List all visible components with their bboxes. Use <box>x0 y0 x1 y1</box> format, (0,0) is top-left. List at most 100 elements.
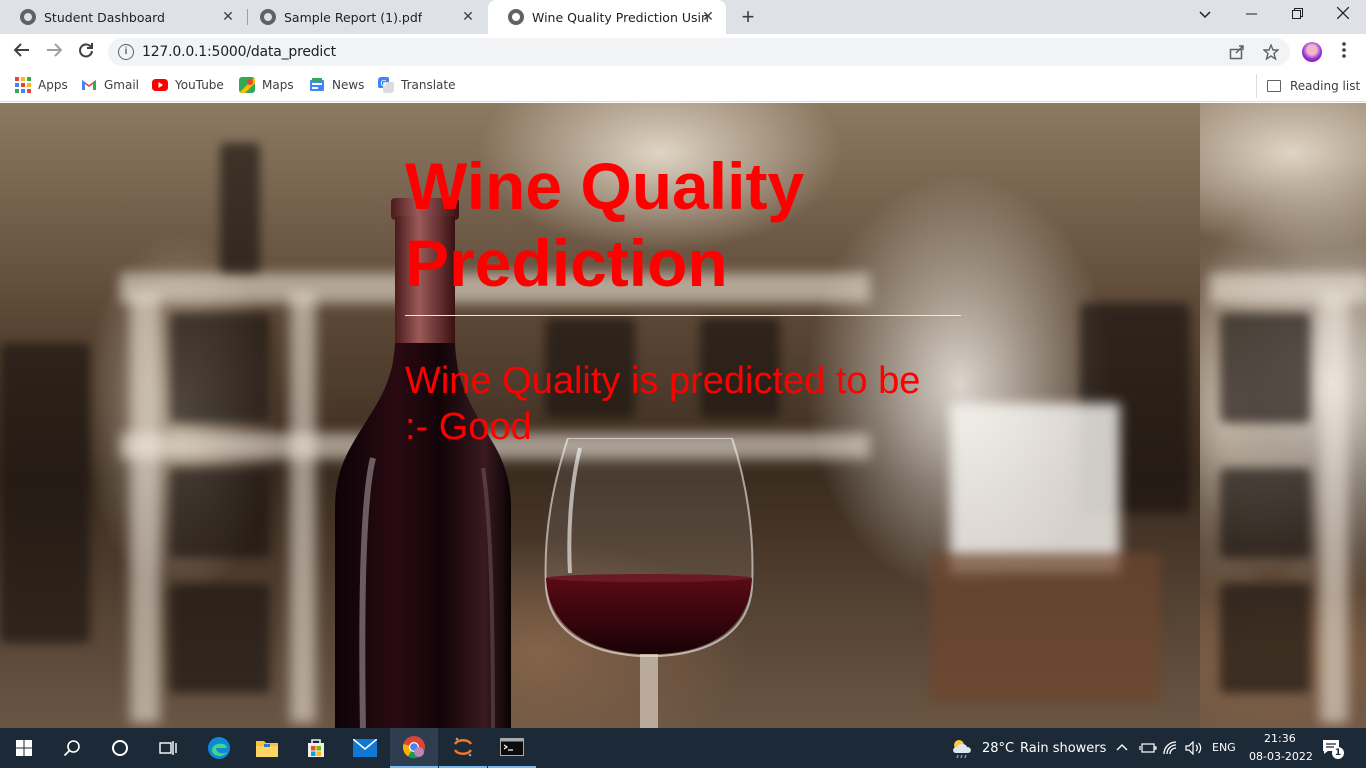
cortana-circle-icon <box>112 740 128 756</box>
notification-center-button[interactable]: 1 <box>1322 739 1344 759</box>
notification-count-badge: 1 <box>1332 747 1344 759</box>
share-icon[interactable] <box>1228 44 1246 64</box>
restore-button[interactable] <box>1274 0 1320 32</box>
tab-strip: Student Dashboard ✕ Sample Report (1).pd… <box>0 0 1366 34</box>
clock-date[interactable]: 08-03-2022 <box>1249 750 1313 763</box>
weather-temperature[interactable]: 28°C <box>982 741 1014 756</box>
back-button[interactable] <box>10 40 34 64</box>
taskbar-store[interactable] <box>292 728 340 768</box>
taskbar-terminal[interactable] <box>488 728 536 768</box>
taskbar-file-explorer[interactable] <box>243 728 291 768</box>
close-tab-icon[interactable]: ✕ <box>700 9 716 25</box>
weather-description[interactable]: Rain showers <box>1020 741 1106 756</box>
tab-title: Wine Quality Prediction Using M <box>532 9 708 25</box>
bookmark-apps[interactable]: Apps <box>15 77 68 93</box>
tab-search-button[interactable] <box>1182 0 1228 32</box>
translate-icon: G <box>378 77 394 93</box>
minimize-button[interactable] <box>1228 0 1274 32</box>
globe-icon <box>260 9 276 25</box>
page-content: Wine Quality Prediction Wine Quality is … <box>0 103 1366 728</box>
reload-icon <box>79 43 93 58</box>
profile-avatar[interactable] <box>1302 42 1322 62</box>
prediction-result: Wine Quality is predicted to be :- Good <box>405 360 921 448</box>
jupyter-icon <box>453 737 473 757</box>
search-icon <box>63 740 80 757</box>
wifi-icon[interactable] <box>1163 741 1179 755</box>
tab-student-dashboard[interactable]: Student Dashboard ✕ <box>0 0 246 34</box>
search-button[interactable] <box>48 728 96 768</box>
tab-title: Student Dashboard <box>44 9 165 25</box>
gmail-icon <box>82 80 96 90</box>
edge-icon <box>208 737 230 759</box>
weather-rain-icon[interactable] <box>950 737 974 759</box>
maps-icon <box>239 77 255 93</box>
bookmark-label: News <box>332 78 365 92</box>
arrow-left-icon <box>13 43 29 57</box>
close-tab-icon[interactable]: ✕ <box>220 9 236 25</box>
arrow-right-icon <box>47 43 63 57</box>
tab-wine-quality[interactable]: Wine Quality Prediction Using M ✕ <box>488 0 726 34</box>
store-icon <box>308 739 324 757</box>
wine-cellar-background-repeat <box>1200 103 1366 728</box>
close-window-button[interactable] <box>1320 0 1366 32</box>
command-prompt-icon <box>500 738 524 756</box>
reading-list-button[interactable]: Reading list <box>1256 74 1360 98</box>
bookmark-label: Translate <box>401 78 456 92</box>
taskbar-mail[interactable] <box>341 728 389 768</box>
chrome-icon <box>402 736 425 759</box>
battery-plug-icon[interactable] <box>1139 742 1157 754</box>
browser-toolbar: i 127.0.0.1:5000/data_predict <box>0 34 1366 70</box>
task-view-button[interactable] <box>144 728 192 768</box>
mail-icon <box>353 739 377 757</box>
cortana-button[interactable] <box>96 728 144 768</box>
start-button[interactable] <box>0 728 48 768</box>
language-indicator[interactable]: ENG <box>1212 741 1236 754</box>
bookmark-label: Gmail <box>104 78 140 92</box>
close-tab-icon[interactable]: ✕ <box>460 9 476 25</box>
close-icon <box>1336 6 1350 20</box>
bookmark-star-icon[interactable] <box>1262 43 1280 64</box>
volume-icon[interactable] <box>1185 741 1203 755</box>
chevron-up-icon[interactable] <box>1116 743 1128 751</box>
globe-icon <box>508 9 524 25</box>
bookmark-news[interactable]: News <box>309 77 364 93</box>
minimize-icon <box>1245 13 1257 15</box>
folder-icon <box>256 741 278 757</box>
apps-grid-icon <box>15 77 31 93</box>
browser-menu-button[interactable] <box>1336 42 1352 64</box>
bookmark-label: YouTube <box>175 78 224 92</box>
address-bar[interactable]: i 127.0.0.1:5000/data_predict <box>108 38 1290 66</box>
wine-glass-image <box>544 438 754 728</box>
bookmark-label: Maps <box>262 78 294 92</box>
globe-icon <box>20 9 36 25</box>
clock-time[interactable]: 21:36 <box>1264 732 1296 745</box>
bookmarks-bar: Apps Gmail YouTube Maps News G Translate… <box>0 70 1366 102</box>
tab-sample-report[interactable]: Sample Report (1).pdf ✕ <box>240 0 486 34</box>
url-text: 127.0.0.1:5000/data_predict <box>142 44 336 60</box>
bookmark-maps[interactable]: Maps <box>239 77 294 93</box>
svg-text:G: G <box>381 79 387 88</box>
bookmark-gmail[interactable]: Gmail <box>81 77 139 93</box>
windows-taskbar: 28°C Rain showers ENG 21:36 08-03-2022 1 <box>0 728 1366 768</box>
chevron-down-icon <box>1199 11 1211 19</box>
more-vert-icon <box>1342 42 1346 58</box>
windows-logo-icon <box>16 740 32 756</box>
taskbar-edge[interactable] <box>195 728 243 768</box>
restore-icon <box>1291 8 1303 19</box>
bookmark-label: Apps <box>38 78 68 92</box>
reading-list-icon <box>1267 80 1281 92</box>
site-info-icon[interactable]: i <box>118 44 134 60</box>
taskbar-chrome[interactable] <box>390 728 438 768</box>
bookmark-youtube[interactable]: YouTube <box>152 77 224 93</box>
forward-button[interactable] <box>42 40 66 64</box>
task-view-icon <box>159 741 177 755</box>
reload-button[interactable] <box>74 40 98 64</box>
new-tab-button[interactable]: + <box>737 5 759 29</box>
divider <box>405 315 961 316</box>
page-title: Wine Quality Prediction <box>405 149 805 300</box>
taskbar-jupyter[interactable] <box>439 728 487 768</box>
reading-list-label: Reading list <box>1290 79 1361 93</box>
youtube-icon <box>152 79 168 91</box>
news-icon <box>310 78 324 91</box>
bookmark-translate[interactable]: G Translate <box>378 77 456 93</box>
